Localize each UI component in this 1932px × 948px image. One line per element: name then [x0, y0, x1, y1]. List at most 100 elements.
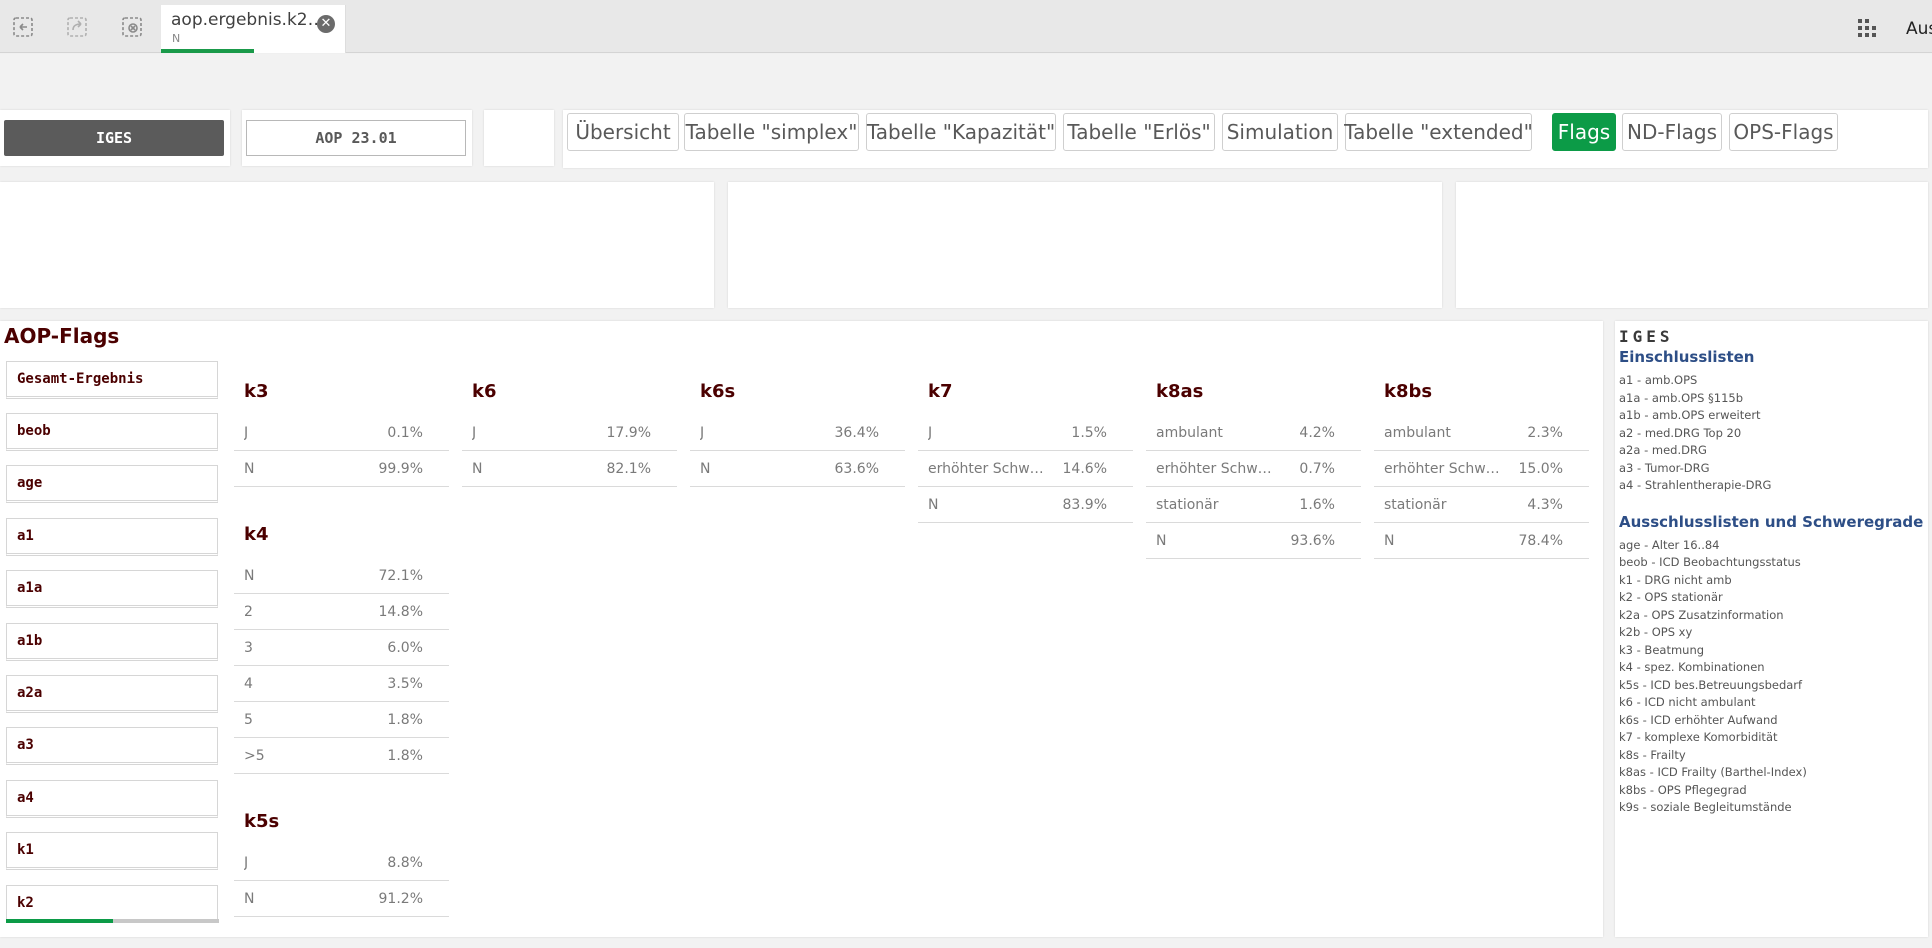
tab-tabelle-kapazitaet[interactable]: Tabelle "Kapazität"	[866, 113, 1056, 151]
legend-item: k6 - ICD nicht ambulant	[1619, 695, 1756, 709]
table-row[interactable]: N 93.6%	[1146, 523, 1361, 559]
tab-flags[interactable]: Flags	[1552, 113, 1616, 151]
table-row[interactable]: J 36.4%	[690, 415, 905, 451]
tab-tabelle-simplex[interactable]: Tabelle "simplex"	[684, 113, 859, 151]
row-label: N	[928, 496, 939, 513]
list-item-a1b[interactable]: a1b	[6, 623, 218, 661]
list-item-a1[interactable]: a1	[6, 518, 218, 556]
table-row[interactable]: 5 1.8%	[234, 702, 449, 738]
table-title: k3	[244, 380, 269, 402]
row-value: 78.4%	[1518, 532, 1563, 549]
list-item-a3[interactable]: a3	[6, 727, 218, 765]
table-title: k6	[472, 380, 497, 402]
close-icon[interactable]: ✕	[317, 15, 335, 33]
redo-selection-icon[interactable]	[64, 14, 90, 40]
table-row[interactable]: N 63.6%	[690, 451, 905, 487]
row-label: N	[472, 460, 483, 477]
list-item-k2[interactable]: k2	[6, 885, 219, 923]
legend-item: k5s - ICD bes.Betreuungsbedarf	[1619, 677, 1803, 692]
table-row[interactable]: erhöhter Schwere... 0.7%	[1146, 451, 1361, 487]
table-k6: k6 J 17.9% N 82.1%	[462, 367, 677, 487]
list-item-a2a[interactable]: a2a	[6, 675, 218, 713]
table-k7: k7 J 1.5% erhöhter Schwere... 14.6% N 83.9%	[918, 367, 1133, 523]
toolbar-right-label[interactable]: Aus	[1906, 19, 1932, 39]
table-row[interactable]: N 72.1%	[234, 558, 449, 594]
table-row[interactable]: J 8.8%	[234, 845, 449, 881]
table-row[interactable]: N 99.9%	[234, 451, 449, 487]
legend-item: k4 - spez. Kombinationen	[1619, 660, 1765, 674]
row-value: 1.5%	[1071, 424, 1107, 441]
tab-uebersicht[interactable]: Übersicht	[567, 113, 679, 151]
table-row[interactable]: erhöhter Schwere... 14.6%	[918, 451, 1133, 487]
ausschluss-list: age - Alter 16..84 beob - ICD Beobachtun…	[1619, 537, 1924, 817]
row-value: 72.1%	[378, 567, 423, 584]
selection-tab[interactable]: aop.ergebnis.k2… N ✕	[161, 5, 346, 53]
legend-item: a1b - amb.OPS erweitert	[1619, 408, 1761, 422]
legend-item: a3 - Tumor-DRG	[1619, 460, 1710, 475]
table-row[interactable]: N 78.4%	[1374, 523, 1589, 559]
row-value: 93.6%	[1290, 532, 1335, 549]
table-row[interactable]: stationär 1.6%	[1146, 487, 1361, 523]
legend-item: k8s - Frailty	[1619, 747, 1686, 762]
table-row[interactable]: J 0.1%	[234, 415, 449, 451]
clear-selections-icon[interactable]	[119, 14, 145, 40]
table-row[interactable]: J 1.5%	[918, 415, 1133, 451]
table-row[interactable]: N 91.2%	[234, 881, 449, 917]
table-row[interactable]: ambulant 4.2%	[1146, 415, 1361, 451]
legend-item: k8bs - OPS Pflegegrad	[1619, 782, 1747, 797]
legend-item: k7 - komplexe Komorbidität	[1619, 730, 1778, 744]
row-label: N	[700, 460, 711, 477]
table-title: k6s	[700, 380, 736, 402]
list-item-k1[interactable]: k1	[6, 832, 218, 870]
row-value: 6.0%	[387, 639, 423, 656]
row-value: 2.3%	[1527, 424, 1563, 441]
legend-item: k2b - OPS xy	[1619, 625, 1693, 639]
row-label: 5	[244, 711, 253, 728]
tab-simulation[interactable]: Simulation	[1222, 113, 1338, 151]
list-item-beob[interactable]: beob	[6, 413, 218, 451]
undo-selection-icon[interactable]	[10, 14, 36, 40]
table-row[interactable]: stationär 4.3%	[1374, 487, 1589, 523]
panel-title: AOP-Flags	[4, 324, 120, 348]
row-label: 2	[244, 603, 253, 620]
table-row[interactable]: erhöhter Schwereg... 15.0%	[1374, 451, 1589, 487]
table-row[interactable]: N 82.1%	[462, 451, 677, 487]
list-item-a1a[interactable]: a1a	[6, 570, 218, 608]
table-row[interactable]: ambulant 2.3%	[1374, 415, 1589, 451]
table-title: k5s	[244, 810, 280, 832]
table-row[interactable]: N 83.9%	[918, 487, 1133, 523]
legend-item: k1 - DRG nicht amb	[1619, 572, 1732, 587]
aop-version-button[interactable]: AOP 23.01	[246, 120, 466, 156]
row-label: erhöhter Schwereg...	[1384, 460, 1504, 477]
table-k4: k4 N 72.1% 2 14.8% 3 6.0% 4 3.5% 5 1.8% >5 1.8…	[234, 510, 449, 774]
row-label: J	[244, 424, 249, 441]
tab-ops-flags[interactable]: OPS-Flags	[1729, 113, 1838, 151]
tab-nd-flags[interactable]: ND-Flags	[1622, 113, 1722, 151]
row-label: 4	[244, 675, 253, 692]
row-value: 4.2%	[1299, 424, 1335, 441]
grid-icon[interactable]	[1856, 17, 1878, 39]
legend-item: beob - ICD Beobachtungsstatus	[1619, 555, 1801, 569]
table-row[interactable]: J 17.9%	[462, 415, 677, 451]
row-value: 1.6%	[1299, 496, 1335, 513]
table-row[interactable]: >5 1.8%	[234, 738, 449, 774]
table-row[interactable]: 4 3.5%	[234, 666, 449, 702]
row-label: ambulant	[1384, 424, 1451, 441]
list-item-a4[interactable]: a4	[6, 780, 218, 818]
tab-tabelle-erloes[interactable]: Tabelle "Erlös"	[1063, 113, 1215, 151]
table-row[interactable]: 3 6.0%	[234, 630, 449, 666]
list-item-age[interactable]: age	[6, 465, 218, 503]
table-title: k8as	[1156, 380, 1204, 402]
row-label: J	[472, 424, 477, 441]
row-label: J	[700, 424, 705, 441]
iges-button[interactable]: IGES	[4, 120, 224, 156]
einschlusslisten-heading: Einschlusslisten	[1619, 348, 1755, 366]
legend-item: a1a - amb.OPS §115b	[1619, 390, 1744, 405]
list-item-gesamt-ergebnis[interactable]: Gesamt-Ergebnis	[6, 361, 218, 399]
table-k6s: k6s J 36.4% N 63.6%	[690, 367, 905, 487]
selection-tab-value: N	[172, 32, 181, 45]
tab-tabelle-extended[interactable]: Tabelle "extended"	[1344, 113, 1533, 151]
row-value: 36.4%	[834, 424, 879, 441]
row-label: ambulant	[1156, 424, 1223, 441]
table-row[interactable]: 2 14.8%	[234, 594, 449, 630]
